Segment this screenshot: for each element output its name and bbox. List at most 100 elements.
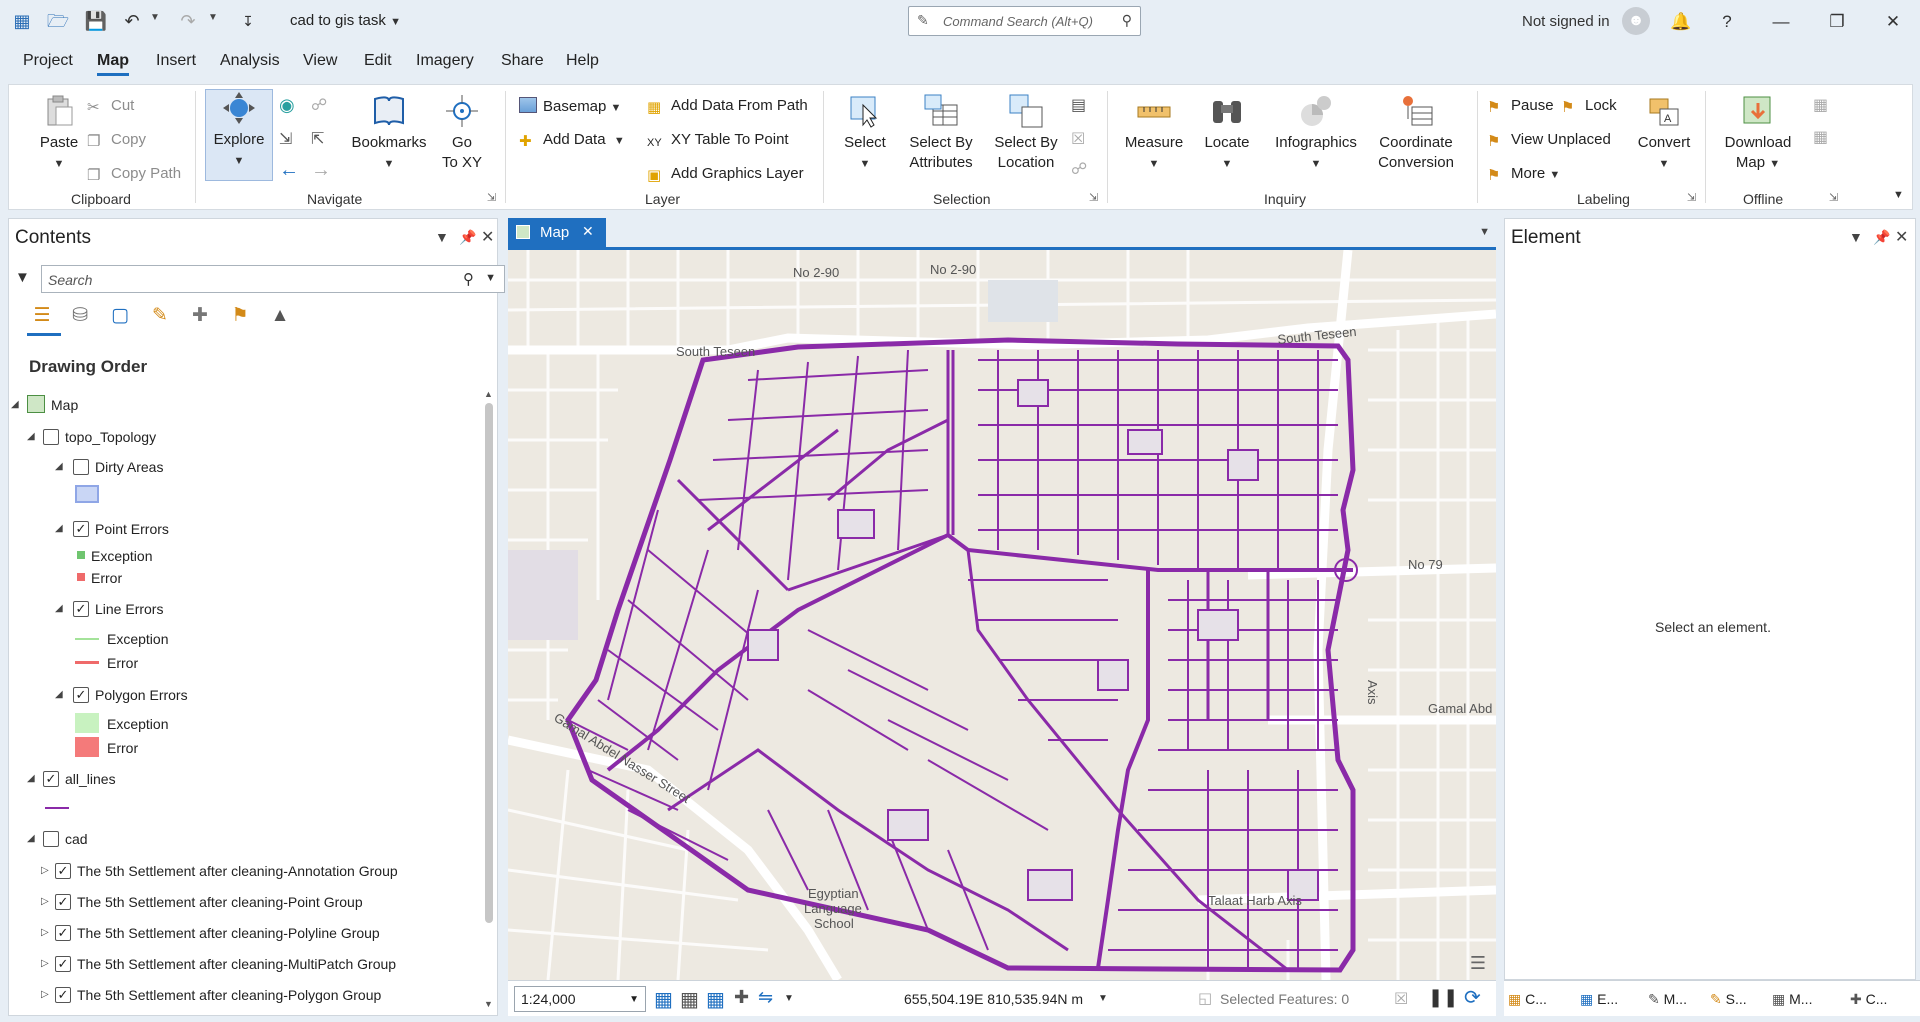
customize-toolbar-icon[interactable]: ↧	[236, 10, 260, 32]
expand-icon[interactable]: ◢	[27, 431, 35, 442]
tab-insert[interactable]: Insert	[156, 52, 196, 70]
add-graphics-layer-button[interactable]: ▣ Add Graphics Layer	[647, 165, 804, 184]
scroll-down-icon[interactable]: ▼	[484, 999, 493, 1009]
fixed-zoom-in-icon[interactable]: ⇲	[279, 129, 292, 149]
list-by-snapping-icon[interactable]: ✚	[185, 301, 215, 331]
cad-layer-checkbox[interactable]: ✓	[55, 863, 71, 879]
selected-features-count[interactable]: Selected Features: 0	[1220, 991, 1349, 1007]
tab-list-dropdown-icon[interactable]: ▼	[1479, 226, 1490, 238]
add-data-from-path-button[interactable]: ▦ Add Data From Path	[647, 97, 808, 116]
scrollbar-thumb[interactable]	[485, 403, 493, 923]
signin-status[interactable]: Not signed in	[1522, 13, 1610, 30]
tree-cad-layer[interactable]: The 5th Settlement after cleaning-Polyli…	[77, 925, 380, 941]
collapse-icon[interactable]: ▷	[41, 896, 49, 907]
tree-all-lines[interactable]: all_lines	[65, 771, 116, 787]
document-title[interactable]: cad to gis task ▼	[290, 12, 401, 29]
previous-extent-icon[interactable]: ←	[279, 159, 299, 182]
minimize-icon[interactable]: —	[1768, 9, 1794, 35]
collapse-icon[interactable]: ▷	[41, 989, 49, 1000]
tab-symbology[interactable]: ✎ S...	[1710, 991, 1747, 1008]
locate-button[interactable]: Locate ▼	[1199, 93, 1255, 174]
select-by-attributes-button[interactable]: Select By Attributes	[901, 93, 981, 173]
clear-selection-icon[interactable]: ☒	[1394, 989, 1408, 1009]
expand-icon[interactable]: ◢	[55, 461, 63, 472]
pane-menu-icon[interactable]: ▼	[435, 229, 449, 245]
convert-button[interactable]: A Convert ▼	[1629, 93, 1699, 174]
close-pane-icon[interactable]: ✕	[1895, 227, 1908, 247]
search-dropdown-icon[interactable]: ▼	[485, 272, 496, 284]
bookmarks-button[interactable]: Bookmarks ▼	[349, 93, 429, 174]
open-folder-icon[interactable]: 🗁	[46, 10, 70, 32]
scroll-up-icon[interactable]: ▲	[484, 389, 493, 399]
command-search[interactable]: ✎ Command Search (Alt+Q) ⚲	[908, 6, 1141, 36]
polygon-errors-checkbox[interactable]: ✓	[73, 687, 89, 703]
tab-map-view[interactable]: Map ✕	[508, 218, 606, 247]
tree-cad[interactable]: cad	[65, 831, 88, 847]
map-view[interactable]: No 2-90 No 2-90 South Teseen South Tesee…	[508, 250, 1496, 980]
map-tips-icon[interactable]: ☰	[1470, 953, 1486, 974]
tab-manage[interactable]: ▦ M...	[1772, 991, 1812, 1008]
infographics-button[interactable]: Infographics ▼	[1271, 93, 1361, 174]
help-icon[interactable]: ?	[1714, 9, 1740, 35]
tab-map[interactable]: Map	[97, 52, 129, 76]
tree-topology[interactable]: topo_Topology	[65, 429, 156, 445]
attributes-table-icon[interactable]: ▤	[1071, 95, 1086, 115]
basemap-button[interactable]: Basemap ▼	[519, 97, 621, 115]
undo-dropdown-icon[interactable]: ▼	[150, 12, 160, 23]
tree-polygon-errors[interactable]: Polygon Errors	[95, 687, 188, 703]
cad-layer-checkbox[interactable]: ✓	[55, 894, 71, 910]
cut-button[interactable]: ✂ Cut	[87, 97, 134, 116]
tree-map[interactable]: Map	[51, 397, 78, 413]
topology-checkbox[interactable]	[43, 429, 59, 445]
collapse-icon[interactable]: ▷	[41, 865, 49, 876]
copy-button[interactable]: ❐ Copy	[87, 131, 146, 150]
tree-point-errors[interactable]: Point Errors	[95, 521, 169, 537]
go-to-xy-button[interactable]: Go To XY	[437, 93, 487, 173]
scale-selector[interactable]: 1:24,000 ▼	[514, 986, 646, 1012]
navigate-launcher-icon[interactable]: ⇲	[487, 191, 496, 204]
zoom-to-selected-icon[interactable]: ☍	[1071, 159, 1087, 179]
tree-cad-layer[interactable]: The 5th Settlement after cleaning-Annota…	[77, 863, 398, 879]
measure-button[interactable]: Measure ▼	[1121, 93, 1187, 174]
list-by-drawing-order-icon[interactable]: ☰	[27, 301, 57, 331]
tab-imagery[interactable]: Imagery	[416, 52, 474, 70]
restore-icon[interactable]: ❐	[1824, 9, 1850, 35]
view-unplaced-button[interactable]: ⚑ View Unplaced	[1487, 131, 1611, 150]
tree-dirty-areas[interactable]: Dirty Areas	[95, 459, 163, 475]
avatar[interactable]: ☻	[1622, 7, 1650, 35]
labeling-launcher-icon[interactable]: ⇲	[1687, 191, 1696, 204]
refresh-icon[interactable]: ⟳	[1464, 985, 1481, 1010]
select-by-location-button[interactable]: Select By Location	[987, 93, 1065, 173]
expand-icon[interactable]: ◢	[27, 773, 35, 784]
correction-dropdown-icon[interactable]: ▼	[784, 993, 794, 1004]
collapse-ribbon-icon[interactable]: ▼	[1893, 189, 1904, 201]
next-extent-icon[interactable]: →	[311, 159, 331, 182]
tree-line-errors[interactable]: Line Errors	[95, 601, 163, 617]
copy-path-button[interactable]: ❐ Copy Path	[87, 165, 181, 184]
tab-edit[interactable]: Edit	[364, 52, 392, 70]
pane-menu-icon[interactable]: ▼	[1849, 229, 1863, 245]
add-data-button[interactable]: ✚ Add Data ▼	[519, 131, 625, 150]
list-by-editing-icon[interactable]: ✎	[145, 301, 175, 331]
all-lines-checkbox[interactable]: ✓	[43, 771, 59, 787]
grid-icon[interactable]: ▦	[680, 987, 699, 1012]
selection-launcher-icon[interactable]: ⇲	[1089, 191, 1098, 204]
tab-modify[interactable]: ✎ M...	[1648, 991, 1687, 1008]
cad-layer-checkbox[interactable]: ✓	[55, 987, 71, 1003]
expand-icon[interactable]: ◢	[55, 603, 63, 614]
zoom-to-selection-icon[interactable]: ☍	[311, 95, 327, 115]
explore-button[interactable]: Explore ▼	[205, 89, 273, 181]
download-map-button[interactable]: Download Map ▼	[1719, 93, 1797, 174]
tree-cad-layer[interactable]: The 5th Settlement after cleaning-Polygo…	[77, 987, 381, 1003]
xy-table-to-point-button[interactable]: XY XY Table To Point	[647, 131, 789, 153]
cad-checkbox[interactable]	[43, 831, 59, 847]
list-by-selection-icon[interactable]: ▢	[105, 301, 135, 331]
tab-share[interactable]: Share	[501, 52, 544, 70]
expand-icon[interactable]: ◢	[55, 523, 63, 534]
expand-icon[interactable]: ◢	[55, 689, 63, 700]
fixed-scale-icon[interactable]: ▦	[654, 987, 673, 1012]
filter-icon[interactable]: ▼	[15, 269, 30, 286]
expand-icon[interactable]: ◢	[11, 399, 19, 410]
expand-icon[interactable]: ◢	[27, 833, 35, 844]
lock-labeling-button[interactable]: ⚑ Lock	[1561, 97, 1617, 116]
